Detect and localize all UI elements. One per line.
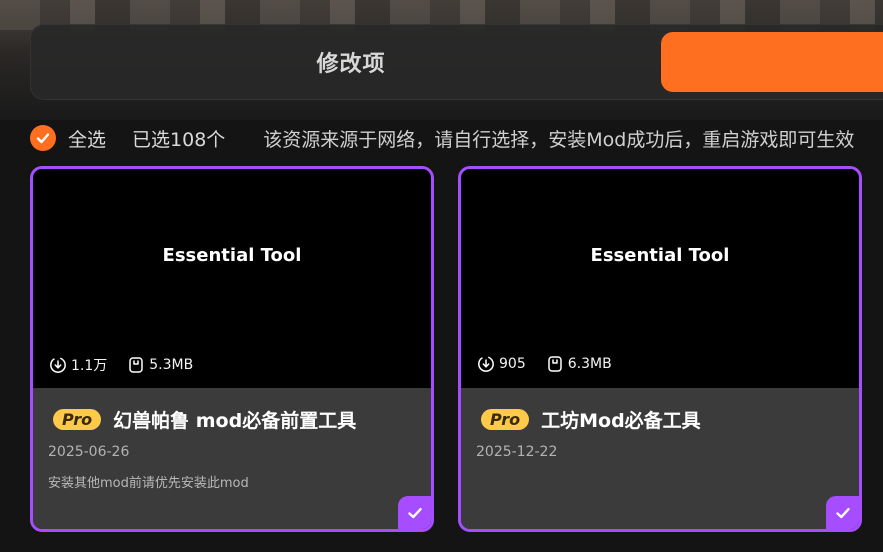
tab-active-orange[interactable] [661,32,883,92]
mod-date: 2025-12-22 [476,444,558,460]
download-count: 905 [477,355,526,373]
mod-stats: 905 6.3MB [477,355,632,373]
check-icon [36,133,50,144]
mod-info: Pro 工坊Mod必备工具 2025-12-22 [461,388,859,529]
mod-card[interactable]: Essential Tool 905 6.3MB Pro 工坊Mod必备工具 2… [458,166,862,532]
check-icon [408,508,422,519]
mod-date: 2025-06-26 [48,444,130,460]
file-size-icon [547,356,562,372]
thumbnail-title: Essential Tool [162,245,302,266]
select-all-checkbox[interactable] [30,125,56,151]
file-size: 6.3MB [546,355,612,373]
thumbnail-title: Essential Tool [590,245,730,266]
check-icon [836,508,850,519]
mod-thumbnail: Essential Tool 905 6.3MB [461,169,859,388]
download-count: 1.1万 [49,355,107,375]
download-icon [478,356,494,372]
download-icon [50,357,66,373]
select-all-label[interactable]: 全选 [68,125,106,152]
file-size-value: 5.3MB [149,357,194,373]
tab-modify[interactable]: 修改项 [31,25,671,99]
file-size-value: 6.3MB [567,356,612,372]
pro-badge: Pro [481,409,530,430]
source-notice: 该资源来源于网络，请自行选择，安装Mod成功后，重启游戏即可生效 [263,128,855,151]
download-count-value: 905 [499,356,526,372]
selected-count: 已选108个 [132,128,226,151]
selection-bar: 全选 已选108个 该资源来源于网络，请自行选择，安装Mod成功后，重启游戏即可… [30,124,883,152]
pro-badge: Pro [53,409,102,430]
tab-bar: 修改项 [30,24,883,100]
mod-card[interactable]: Essential Tool 1.1万 5.3MB Pro 幻兽帕鲁 mod必备… [30,166,434,532]
mod-info: Pro 幻兽帕鲁 mod必备前置工具 2025-06-26 安装其他mod前请优… [33,388,431,529]
mod-stats: 1.1万 5.3MB [49,355,213,375]
mod-name: 幻兽帕鲁 mod必备前置工具 [113,410,357,432]
file-size-icon [129,357,144,373]
file-size: 5.3MB [127,356,193,374]
mod-name: 工坊Mod必备工具 [541,410,701,432]
card-selected-checkbox[interactable] [826,496,859,529]
card-selected-checkbox[interactable] [398,496,431,529]
mod-title-row: Pro 幻兽帕鲁 mod必备前置工具 [53,406,356,433]
mod-description: 安装其他mod前请优先安装此mod [48,476,249,491]
download-count-value: 1.1万 [71,358,108,374]
mod-thumbnail: Essential Tool 1.1万 5.3MB [33,169,431,388]
mod-title-row: Pro 工坊Mod必备工具 [481,406,701,433]
